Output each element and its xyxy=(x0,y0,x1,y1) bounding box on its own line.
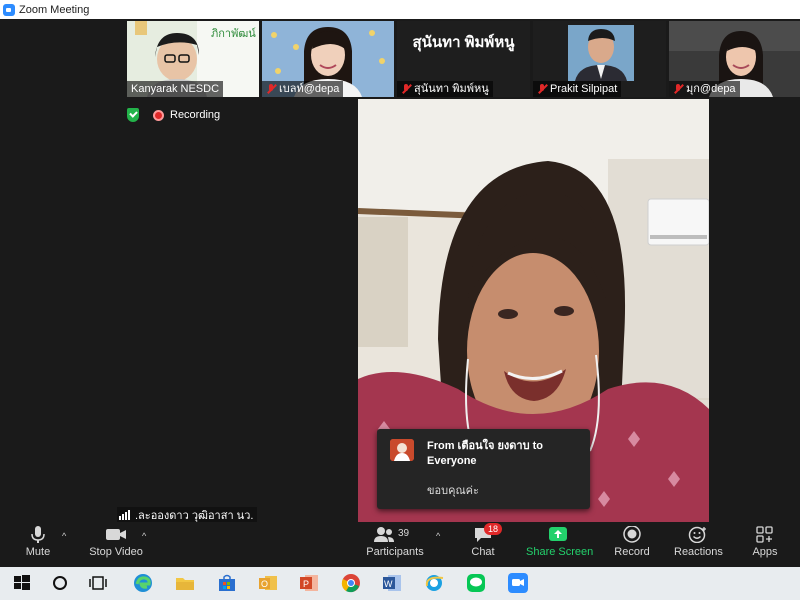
apps-grid-icon xyxy=(756,526,773,543)
zoom-icon[interactable] xyxy=(507,572,529,594)
store-icon[interactable] xyxy=(216,572,238,594)
participant-name: Prakit Silpipat xyxy=(533,81,622,97)
svg-text:P: P xyxy=(303,579,309,589)
muted-mic-icon xyxy=(537,84,547,94)
participant-name: Kanyarak NESDC xyxy=(127,81,224,97)
meeting-toolbar: Mute ^ Stop Video ^ 39 Participants ^ 18… xyxy=(0,522,800,567)
window-title: Zoom Meeting xyxy=(19,3,90,16)
gallery-strip: ภิกาพัฒน์ Kanyarak NESDC เบลท์@depa สุนั… xyxy=(0,19,800,99)
outlook-icon[interactable]: O xyxy=(257,572,279,594)
windows-start-icon[interactable] xyxy=(11,572,33,594)
participant-name: มุก@depa xyxy=(669,81,740,97)
record-button[interactable]: Record xyxy=(612,526,652,558)
windows-taskbar: O P W xyxy=(0,567,800,600)
chat-unread-badge: 18 xyxy=(484,523,502,535)
smiley-icon xyxy=(688,526,706,543)
recording-icon xyxy=(153,109,164,121)
muted-mic-icon xyxy=(266,84,276,94)
muted-mic-icon xyxy=(401,84,411,94)
participant-name: เบลท์@depa xyxy=(262,81,344,97)
word-icon[interactable]: W xyxy=(381,572,403,594)
microphone-icon xyxy=(31,526,45,543)
audio-options-chevron-up-icon[interactable]: ^ xyxy=(62,531,66,541)
stop-video-button[interactable]: Stop Video xyxy=(86,526,146,558)
participants-icon xyxy=(374,527,394,542)
powerpoint-icon[interactable]: P xyxy=(298,572,320,594)
participant-tile[interactable]: มุก@depa xyxy=(669,21,800,97)
title-bar: Zoom Meeting xyxy=(0,0,800,19)
record-icon xyxy=(623,526,641,543)
chat-sender-line: From เตือนใจ ยงดาบ to Everyone xyxy=(427,440,544,467)
signal-strength-icon xyxy=(119,509,131,520)
mute-button[interactable]: Mute xyxy=(20,526,56,558)
svg-text:O: O xyxy=(261,579,268,589)
zoom-app-icon xyxy=(3,3,15,16)
sender-avatar xyxy=(390,439,414,461)
muted-mic-icon xyxy=(673,84,683,94)
video-options-chevron-up-icon[interactable]: ^ xyxy=(142,531,146,541)
svg-text:W: W xyxy=(384,579,393,589)
share-screen-icon xyxy=(549,527,567,541)
participant-tile[interactable]: เบลท์@depa xyxy=(262,21,394,97)
chat-button[interactable]: 18 Chat xyxy=(468,523,502,558)
self-name-label: .ละอองดาว วุฒิอาสา นว. xyxy=(117,507,258,522)
video-camera-icon xyxy=(106,529,126,540)
chrome-icon[interactable] xyxy=(340,572,362,594)
chat-message: ขอบคุณค่ะ xyxy=(427,485,479,497)
recording-label: Recording xyxy=(170,109,221,121)
self-name: .ละอองดาว วุฒิอาสา นว. xyxy=(135,509,254,522)
chat-notification[interactable]: From เตือนใจ ยงดาบ to Everyone ขอบคุณค่ะ xyxy=(377,429,590,509)
reactions-button[interactable]: Reactions xyxy=(674,526,723,558)
share-screen-button[interactable]: Share Screen xyxy=(526,526,593,558)
participant-tile[interactable]: Prakit Silpipat xyxy=(533,21,666,97)
participant-display-name: สุนันทา พิมพ์หนู xyxy=(412,34,515,51)
line-icon[interactable] xyxy=(465,572,487,594)
zoom-window: Zoom Meeting ภิกาพัฒน์ Kanyarak NESDC เบ… xyxy=(0,0,800,600)
internet-explorer-icon[interactable] xyxy=(423,572,445,594)
participant-name: สุนันทา พิมพ์หนู xyxy=(397,81,493,97)
apps-button[interactable]: Apps xyxy=(750,526,780,558)
search-icon[interactable] xyxy=(49,572,71,594)
participant-tile[interactable]: ภิกาพัฒน์ Kanyarak NESDC xyxy=(127,21,259,97)
task-view-icon[interactable] xyxy=(87,572,109,594)
participants-button[interactable]: 39 Participants xyxy=(364,526,426,558)
svg-text:ภิกาพัฒน์: ภิกาพัฒน์ xyxy=(211,27,256,40)
meeting-status: Recording xyxy=(127,108,220,122)
participants-options-chevron-up-icon[interactable]: ^ xyxy=(436,531,440,541)
file-explorer-icon[interactable] xyxy=(174,572,196,594)
participant-tile[interactable]: สุนันทา พิมพ์หนู สุนันทา พิมพ์หนู xyxy=(397,21,530,97)
edge-icon[interactable] xyxy=(132,572,154,594)
participants-count: 39 xyxy=(398,528,410,539)
encryption-shield-icon[interactable] xyxy=(127,108,139,122)
